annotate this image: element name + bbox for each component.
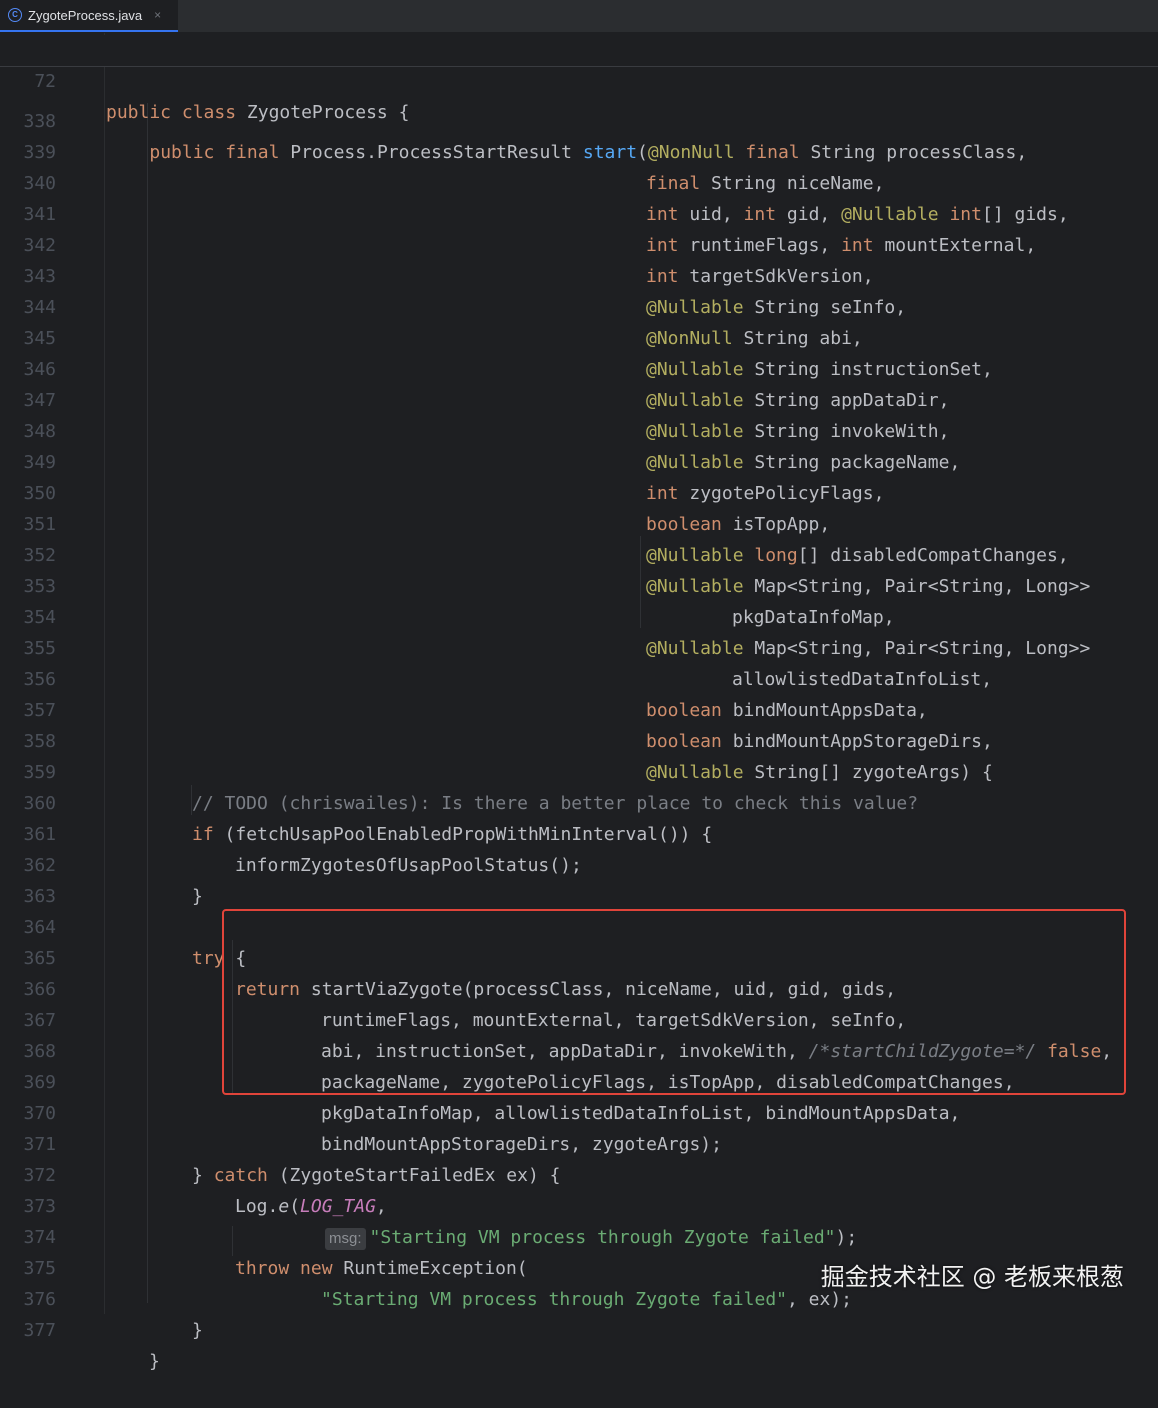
code-line[interactable]: 355 allowlistedDataInfoList, bbox=[0, 602, 1158, 690]
line-number: 377 bbox=[23, 1320, 56, 1341]
code-line[interactable]: 339 final String niceName, bbox=[0, 106, 1158, 194]
code-line[interactable]: 372 Log.e(LOG_TAG, bbox=[0, 1129, 1158, 1217]
code-line[interactable]: 349 int zygotePolicyFlags, bbox=[0, 416, 1158, 504]
code-line[interactable]: 374 throw new RuntimeException( bbox=[0, 1191, 1158, 1279]
code-line[interactable]: 375 "Starting VM process through Zygote … bbox=[0, 1222, 1158, 1310]
code-line[interactable]: 359 // TODO (chriswailes): Is there a be… bbox=[0, 726, 1158, 814]
file-tab-title: ZygoteProcess.java bbox=[28, 7, 143, 23]
code-line[interactable]: 360 if (fetchUsapPoolEnabledPropWithMinI… bbox=[0, 757, 1158, 845]
code-line[interactable]: 347 @Nullable String invokeWith, bbox=[0, 354, 1158, 442]
code-line[interactable]: 345 @Nullable String instructionSet, bbox=[0, 292, 1158, 380]
code-line[interactable]: 353 pkgDataInfoMap, bbox=[0, 540, 1158, 628]
java-class-icon: C bbox=[8, 8, 22, 22]
code-line[interactable]: 338 public final Process.ProcessStartRes… bbox=[0, 75, 1158, 163]
code-line[interactable]: 371 } catch (ZygoteStartFailedEx ex) { bbox=[0, 1098, 1158, 1186]
code-line[interactable]: 364 try { bbox=[0, 881, 1158, 969]
code-line[interactable]: 358 @Nullable String[] zygoteArgs) { bbox=[0, 695, 1158, 783]
code-line[interactable]: 363 bbox=[0, 850, 1158, 907]
code-line[interactable]: 351 @Nullable long[] disabledCompatChang… bbox=[0, 478, 1158, 566]
sticky-scroll-line[interactable]: 72 public class ZygoteProcess { bbox=[0, 35, 1158, 123]
close-tab-icon[interactable]: × bbox=[154, 8, 161, 22]
file-tab[interactable]: C ZygoteProcess.java × bbox=[0, 0, 178, 32]
code-line[interactable]: 357 boolean bindMountAppStorageDirs, bbox=[0, 664, 1158, 752]
code-line[interactable]: 354 @Nullable Map<String, Pair<String, L… bbox=[0, 571, 1158, 659]
editor-tab-bar: C ZygoteProcess.java × bbox=[0, 0, 1158, 33]
code-line[interactable]: 343 @Nullable String seInfo, bbox=[0, 230, 1158, 318]
code-line[interactable]: 340 int uid, int gid, @Nullable int[] gi… bbox=[0, 137, 1158, 225]
code-line[interactable]: 373 msg: "Starting VM process through Zyg… bbox=[0, 1160, 1158, 1250]
code-editor[interactable]: 72 public class ZygoteProcess { 338 publ… bbox=[0, 33, 1158, 1372]
code-line[interactable]: 342 int targetSdkVersion, bbox=[0, 199, 1158, 287]
code-line[interactable]: 348 @Nullable String packageName, bbox=[0, 385, 1158, 473]
code-line[interactable]: 362 } bbox=[0, 819, 1158, 907]
code-line[interactable]: 344 @NonNull String abi, bbox=[0, 261, 1158, 349]
code-line[interactable]: 361 informZygotesOfUsapPoolStatus(); bbox=[0, 788, 1158, 876]
code-line[interactable]: 356 boolean bindMountAppsData, bbox=[0, 633, 1158, 721]
code-text: } bbox=[149, 1351, 160, 1372]
code-line[interactable]: 346 @Nullable String appDataDir, bbox=[0, 323, 1158, 411]
watermark-text: 掘金技术社区 @ 老板来根葱 bbox=[820, 1263, 1124, 1291]
code-text: } bbox=[192, 1320, 203, 1341]
red-highlight-box bbox=[222, 909, 1126, 1095]
code-line[interactable]: 350 boolean isTopApp, bbox=[0, 447, 1158, 535]
code-line[interactable]: 352 @Nullable Map<String, Pair<String, L… bbox=[0, 509, 1158, 597]
code-line[interactable]: 341 int runtimeFlags, int mountExternal, bbox=[0, 168, 1158, 256]
